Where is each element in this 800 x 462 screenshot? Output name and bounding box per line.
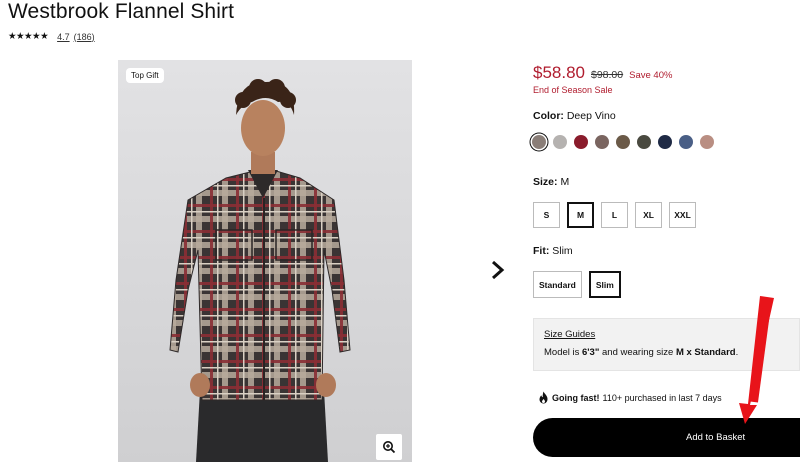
- price-row: $58.80 $98.00 Save 40%: [533, 63, 672, 83]
- color-swatch[interactable]: [532, 135, 546, 149]
- model-info-end: .: [735, 347, 739, 358]
- product-image[interactable]: Top Gift: [118, 60, 412, 462]
- zoom-in-icon: [383, 441, 396, 454]
- model-size: M x Standard: [675, 347, 736, 358]
- model-info-mid: and wearing size: [602, 347, 674, 358]
- flame-icon: [539, 391, 548, 404]
- fit-options: Standard Slim: [533, 271, 621, 298]
- color-swatch[interactable]: [700, 135, 714, 149]
- fit-label: Fit: Slim: [533, 245, 573, 257]
- size-option-s[interactable]: S: [533, 202, 560, 228]
- model-photo: [118, 60, 412, 462]
- urgency-bold: Going fast!: [552, 392, 600, 403]
- color-swatch[interactable]: [679, 135, 693, 149]
- top-gift-badge: Top Gift: [126, 68, 164, 83]
- color-swatch[interactable]: [637, 135, 651, 149]
- original-price: $98.00: [591, 69, 624, 81]
- rating-value-link[interactable]: 4.7: [57, 32, 70, 42]
- model-info-prefix: Model is: [544, 347, 580, 358]
- color-swatches: [532, 135, 714, 149]
- size-guide-box: Size Guides Model is 6'3" and wearing si…: [533, 318, 800, 371]
- size-option-xxl[interactable]: XXL: [669, 202, 696, 228]
- current-price: $58.80: [533, 63, 585, 82]
- size-label: Size: M: [533, 176, 569, 188]
- fit-selected-value: Slim: [552, 245, 573, 257]
- size-label-key: Size:: [533, 176, 558, 188]
- review-count-link[interactable]: (186): [74, 32, 95, 42]
- urgency-text: 110+ purchased in last 7 days: [602, 392, 722, 403]
- sale-label: End of Season Sale: [533, 85, 613, 95]
- size-selected-value: M: [560, 176, 570, 188]
- model-info: Model is 6'3" and wearing size M x Stand…: [544, 347, 738, 358]
- size-option-m[interactable]: M: [567, 202, 594, 228]
- rating-row: ★★★★★ 4.7 (186): [8, 31, 95, 42]
- color-swatch[interactable]: [616, 135, 630, 149]
- size-options: S M L XL XXL: [533, 202, 696, 228]
- star-rating-icon: ★★★★★: [8, 31, 49, 42]
- urgency-message: Going fast! 110+ purchased in last 7 day…: [538, 391, 722, 404]
- fit-option-slim[interactable]: Slim: [588, 271, 621, 298]
- color-selected-value: Deep Vino: [566, 110, 616, 122]
- zoom-button[interactable]: [376, 434, 402, 460]
- color-swatch[interactable]: [595, 135, 609, 149]
- savings-label: Save 40%: [629, 70, 673, 81]
- fit-label-key: Fit:: [533, 245, 550, 257]
- size-guides-link[interactable]: Size Guides: [544, 329, 595, 340]
- size-option-xl[interactable]: XL: [635, 202, 662, 228]
- size-option-l[interactable]: L: [601, 202, 628, 228]
- next-image-arrow-icon[interactable]: [488, 258, 508, 282]
- color-swatch[interactable]: [574, 135, 588, 149]
- color-label: Color: Deep Vino: [533, 110, 616, 122]
- model-height: 6'3": [582, 347, 600, 358]
- color-swatch[interactable]: [553, 135, 567, 149]
- color-swatch[interactable]: [658, 135, 672, 149]
- add-to-basket-button[interactable]: Add to Basket: [533, 418, 800, 457]
- color-label-key: Color:: [533, 110, 564, 122]
- product-title: Westbrook Flannel Shirt: [8, 0, 235, 23]
- fit-option-standard[interactable]: Standard: [533, 271, 582, 298]
